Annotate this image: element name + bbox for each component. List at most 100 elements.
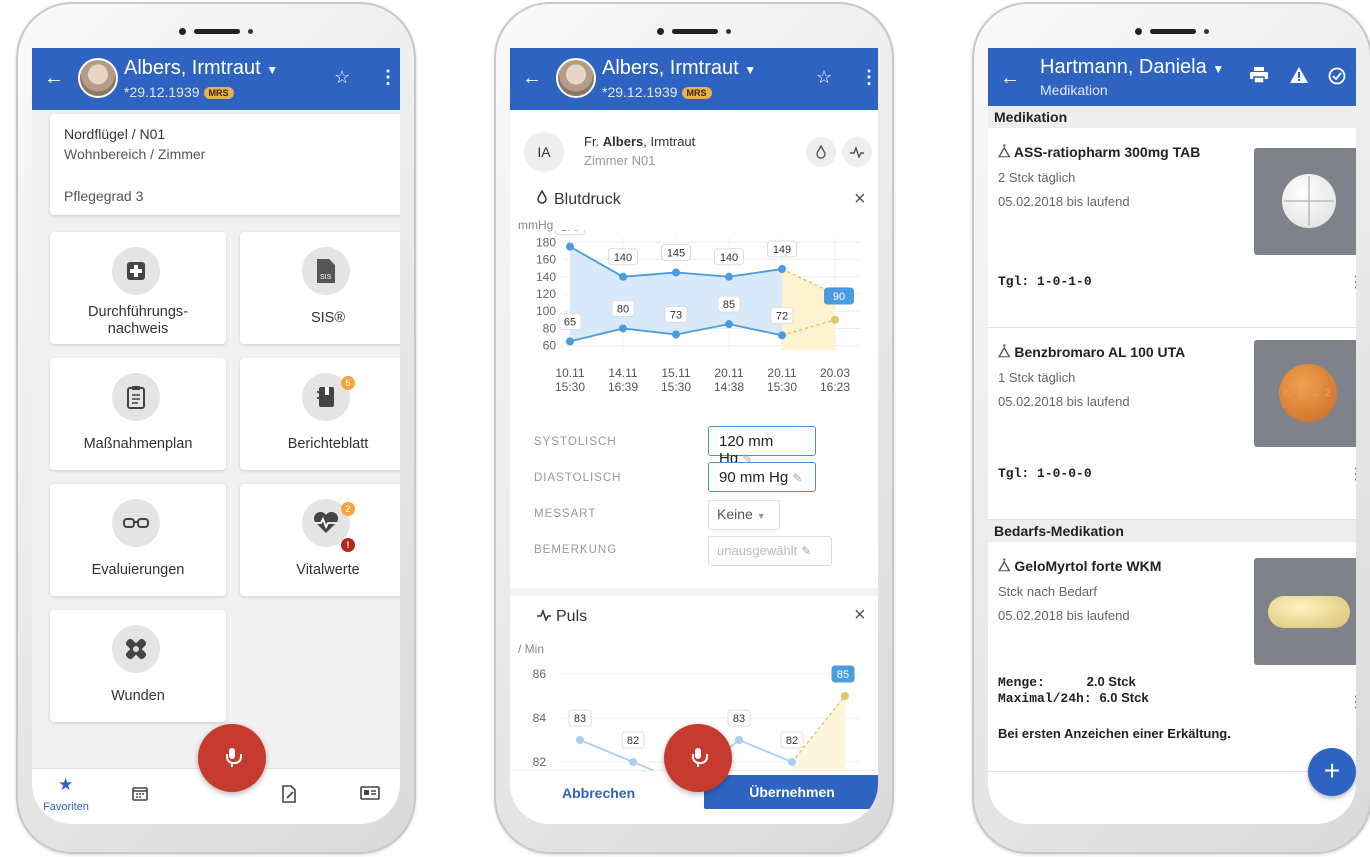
tile-sis[interactable]: SIS SIS®	[240, 232, 400, 344]
systolic-point	[619, 272, 627, 281]
y-tick-label: 120	[536, 287, 556, 301]
med-item[interactable]: ⧊ Benzbromaro AL 100 UTA 1 Stck täglich …	[988, 328, 1356, 520]
edit-document-icon[interactable]	[281, 785, 297, 808]
phone-favorites: ← Albers, Irmtraut ▼ *29.12.1939 MRS ☆ ⋮ …	[16, 2, 416, 854]
close-icon[interactable]: ×	[854, 188, 866, 211]
systolic-data-label: 175	[561, 230, 579, 234]
id-card-icon[interactable]	[360, 785, 380, 806]
pulse-data-label: 83	[733, 713, 745, 725]
x-tick-label: 16:23	[820, 380, 850, 394]
phone-notch	[179, 28, 253, 35]
edit-icon: ✎	[801, 544, 812, 558]
tile-label-line1: Durchführungs-	[88, 304, 188, 320]
tile-berichteblatt[interactable]: 5 Berichteblatt	[240, 358, 400, 470]
pulse-data-label: 82	[627, 735, 639, 747]
pill-image: K E 1 2	[1254, 340, 1356, 447]
check-circle-icon[interactable]	[1328, 67, 1346, 90]
y-tick-label: 160	[536, 253, 556, 267]
patient-name: Hartmann, Daniela	[1040, 56, 1207, 78]
diastolic-input[interactable]: 90 mm Hg ✎	[708, 462, 816, 492]
add-button[interactable]: +	[1308, 748, 1356, 796]
phone-notch	[657, 28, 731, 35]
med-item[interactable]: ⧊ GeloMyrtol forte WKM Stck nach Bedarf …	[988, 542, 1356, 772]
tile-label-line2: nachweis	[107, 321, 169, 337]
more-vert-icon[interactable]: ⋮	[1348, 272, 1356, 292]
avatar[interactable]	[556, 58, 596, 98]
patient-name-dropdown[interactable]: Hartmann, Daniela ▼	[1040, 56, 1224, 79]
bp-chart: 1801601401201008060175140145140149120658…	[536, 230, 860, 394]
patient-dob: *29.12.1939	[124, 84, 200, 100]
star-icon[interactable]: ☆	[816, 67, 832, 88]
tile-durchfuehrungsnachweis[interactable]: Durchführungs-nachweis	[50, 232, 226, 344]
tile-massnahmenplan[interactable]: Maßnahmenplan	[50, 358, 226, 470]
y-tick-label: 140	[536, 270, 556, 284]
more-vert-icon[interactable]: ⋮	[379, 67, 397, 88]
pulse-icon	[537, 608, 551, 622]
x-tick-label: 20.11	[714, 366, 743, 380]
diastolic-value: 90 mm Hg	[719, 469, 789, 486]
pill-icon: ⧊	[998, 558, 1011, 574]
cancel-button[interactable]: Abbrechen	[562, 785, 635, 801]
microphone-button[interactable]	[198, 724, 266, 792]
more-vert-icon[interactable]: ⋮	[1348, 692, 1356, 712]
section-header-bedarfs: Bedarfs-Medikation	[988, 520, 1356, 542]
patient-name-dropdown[interactable]: Albers, Irmtraut ▼	[124, 57, 278, 80]
diastolic-point	[725, 320, 733, 329]
divider	[510, 588, 878, 596]
patient-name-dropdown[interactable]: Albers, Irmtraut ▼	[602, 57, 756, 80]
amount-label: Menge:	[998, 675, 1045, 690]
diastolic-data-label: 72	[776, 310, 788, 322]
bp-title: Blutdruck	[536, 189, 621, 209]
med-dose: 1 Stck täglich	[998, 370, 1076, 385]
count-badge: 2	[341, 502, 355, 516]
remark-input[interactable]: unausgewählt ✎	[708, 536, 832, 566]
chevron-down-icon: ▼	[1212, 62, 1225, 76]
mrs-badge: MRS	[203, 87, 234, 99]
tile-label: SIS®	[310, 310, 346, 326]
patient-dob: *29.12.1939	[602, 84, 678, 100]
pulse-point	[841, 692, 849, 700]
y-tick-label: 82	[533, 755, 547, 769]
tile-vitalwerte[interactable]: 2 ! Vitalwerte	[240, 484, 400, 596]
print-icon[interactable]	[1250, 67, 1268, 88]
diastolic-point	[831, 315, 839, 324]
star-icon[interactable]: ☆	[334, 67, 350, 88]
diastolic-data-label: 80	[617, 303, 629, 315]
care-level-value: 3	[135, 188, 144, 204]
back-arrow-icon[interactable]: ←	[522, 67, 542, 90]
pulse-data-label: 85	[837, 669, 849, 681]
more-vert-icon[interactable]: ⋮	[1348, 464, 1356, 484]
med-amount: Menge: 2.0 Stck	[998, 674, 1136, 690]
y-tick-label: 100	[536, 304, 556, 318]
back-arrow-icon[interactable]: ←	[44, 67, 64, 90]
microphone-icon	[225, 748, 242, 768]
systolic-input[interactable]: 120 mm Hg ✎	[708, 426, 816, 467]
mrs-badge: MRS	[681, 87, 712, 99]
tile-wunden[interactable]: Wunden	[50, 610, 226, 722]
patient-dob-line: *29.12.1939 MRS	[602, 84, 712, 100]
med-item[interactable]: ⧊ ASS-ratiopharm 300mg TAB 2 Stck täglic…	[988, 128, 1356, 328]
calendar-icon[interactable]	[132, 785, 148, 806]
vitals-panel: IA Fr. Albers, Irmtraut Zimmer N01 Blutd…	[510, 110, 878, 588]
back-arrow-icon[interactable]: ←	[1000, 67, 1020, 90]
method-select[interactable]: Keine ▼	[708, 500, 780, 530]
app-header: ← Hartmann, Daniela ▼ Medikation	[988, 48, 1356, 106]
star-filled-icon[interactable]: ★	[58, 775, 73, 795]
patient-room: Zimmer N01	[584, 153, 656, 168]
tile-label: Vitalwerte	[296, 562, 360, 578]
drop-icon[interactable]	[806, 137, 836, 167]
apply-button[interactable]: Übernehmen	[704, 775, 878, 809]
warning-icon[interactable]	[1290, 67, 1308, 88]
microphone-button[interactable]	[664, 724, 732, 792]
more-vert-icon[interactable]: ⋮	[860, 67, 878, 88]
tile-label: Maßnahmenplan	[83, 436, 193, 452]
systolic-point	[778, 265, 786, 274]
close-icon[interactable]: ×	[854, 604, 866, 627]
pulse-icon[interactable]	[842, 137, 872, 167]
avatar[interactable]	[78, 58, 118, 98]
med-name-text: GeloMyrtol forte WKM	[1014, 558, 1162, 574]
pill-imprint: K E 1 2	[1279, 364, 1337, 422]
tile-evaluierungen[interactable]: Evaluierungen	[50, 484, 226, 596]
nav-favorites-label[interactable]: Favoriten	[38, 801, 94, 813]
bp-title-text: Blutdruck	[554, 191, 621, 208]
